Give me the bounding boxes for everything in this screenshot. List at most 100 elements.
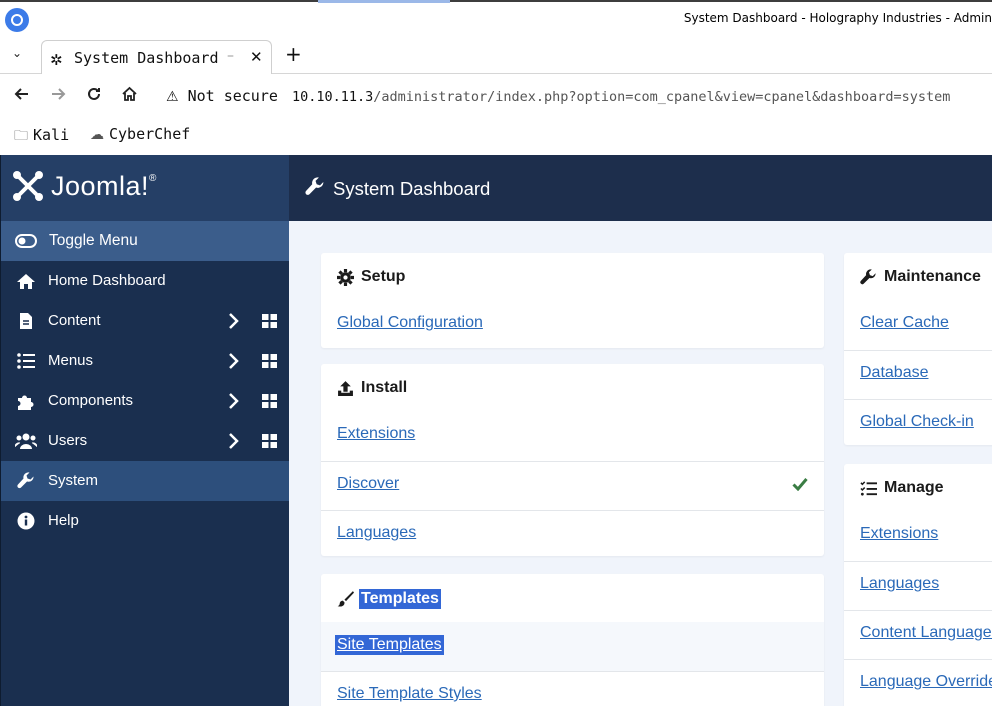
joomla-favicon-icon: ✲	[50, 51, 63, 69]
page-header: System Dashboard	[289, 155, 992, 221]
list-item: Extensions	[321, 412, 824, 461]
sidebar-item-label: System	[48, 472, 99, 489]
dashboard-grid-icon[interactable]	[262, 394, 277, 408]
window-title: System Dashboard - Holography Industries…	[683, 11, 992, 25]
browser-logo-icon	[5, 8, 29, 32]
chef-hat-icon: ☁	[90, 127, 104, 143]
sidebar-item-help[interactable]: Help	[1, 501, 290, 541]
content-languages-link[interactable]: Content Languages	[860, 624, 992, 642]
security-label: Not secure	[187, 87, 278, 105]
list-item: Site Template Styles	[321, 671, 824, 706]
sidebar-item-label: Components	[48, 392, 134, 409]
wrench-icon	[860, 269, 876, 285]
security-indicator[interactable]: ⚠ Not secure	[166, 87, 278, 105]
forward-icon[interactable]	[50, 86, 66, 107]
info-icon	[15, 511, 37, 531]
sidebar: Joomla!® Toggle Menu Home Dashboard Cont…	[0, 155, 290, 706]
dashboard-grid-icon[interactable]	[262, 434, 277, 448]
list-item: Database	[844, 350, 992, 399]
site-templates-link[interactable]: Site Templates	[335, 635, 444, 655]
manage-languages-link[interactable]: Languages	[860, 575, 939, 593]
card-header: Setup	[321, 253, 824, 301]
navigation-bar: ⚠ Not secure 10.10.11.3/administrator/in…	[0, 74, 992, 120]
chevron-right-icon[interactable]	[227, 352, 239, 370]
card-title: Manage	[884, 479, 944, 496]
list-item: Languages	[844, 561, 992, 610]
list-item: Discover	[321, 461, 824, 510]
card-title: Maintenance	[884, 268, 981, 285]
wrench-icon	[15, 471, 37, 491]
bookmark-cyberchef[interactable]: ☁ CyberChef	[90, 125, 190, 143]
home-icon	[15, 271, 37, 291]
install-card: Install Extensions Discover Languages	[321, 364, 824, 556]
card-header: Templates	[321, 574, 824, 622]
tab-separator: –	[227, 48, 234, 64]
puzzle-icon	[15, 391, 37, 411]
tab-title: System Dashboard	[74, 49, 219, 67]
upload-icon	[338, 381, 353, 396]
warning-icon: ⚠	[166, 89, 179, 105]
address-bar[interactable]: 10.10.11.3/administrator/index.php?optio…	[292, 89, 950, 105]
setup-card: Setup Global Configuration	[321, 253, 824, 348]
chevron-right-icon[interactable]	[227, 312, 239, 330]
back-icon[interactable]	[14, 86, 30, 107]
global-check-in-link[interactable]: Global Check-in	[860, 413, 974, 431]
gear-icon	[337, 269, 354, 286]
tab-list-icon[interactable]: ⌄	[12, 46, 22, 60]
dashboard-grid-icon[interactable]	[262, 314, 277, 328]
sidebar-item-label: Users	[48, 432, 88, 449]
file-icon	[15, 311, 37, 331]
brand-name: Joomla!®	[51, 171, 157, 201]
list-item: Site Templates	[321, 622, 824, 671]
card-title: Templates	[359, 589, 441, 609]
global-configuration-link[interactable]: Global Configuration	[337, 314, 483, 332]
site-template-styles-link[interactable]: Site Template Styles	[337, 685, 482, 703]
list-item: Extensions	[844, 512, 992, 561]
loading-indicator	[318, 0, 450, 3]
new-tab-button[interactable]: +	[285, 42, 302, 66]
users-icon	[15, 431, 37, 451]
reload-icon[interactable]	[86, 86, 102, 107]
chevron-right-icon[interactable]	[227, 392, 239, 410]
clear-cache-link[interactable]: Clear Cache	[860, 314, 949, 332]
browser-title-bar: System Dashboard - Holography Industries…	[0, 0, 992, 36]
card-header: Maintenance	[844, 253, 992, 301]
url-host: 10.10.11.3	[292, 89, 374, 105]
wrench-icon	[305, 177, 324, 195]
bookmark-kali[interactable]: 🗀 Kali	[14, 125, 69, 149]
sidebar-item-label: Help	[48, 512, 79, 529]
list-item: Global Configuration	[321, 301, 824, 348]
sidebar-item-system[interactable]: System	[1, 461, 290, 501]
maintenance-card: Maintenance Clear Cache Database Global …	[844, 253, 992, 445]
card-header: Manage	[844, 464, 992, 512]
brand-header[interactable]: Joomla!®	[1, 155, 290, 221]
toggle-icon	[15, 231, 37, 251]
sidebar-item-content[interactable]: Content	[1, 301, 290, 341]
manage-extensions-link[interactable]: Extensions	[860, 525, 938, 543]
check-icon	[792, 478, 808, 491]
card-title: Install	[361, 379, 408, 396]
brush-icon	[337, 591, 354, 607]
discover-link[interactable]: Discover	[337, 475, 399, 493]
chevron-right-icon[interactable]	[227, 432, 239, 450]
templates-card: Templates Site Templates Site Template S…	[321, 574, 824, 706]
toggle-menu-label: Toggle Menu	[49, 232, 138, 249]
card-header: Install	[321, 364, 824, 412]
install-languages-link[interactable]: Languages	[337, 524, 416, 542]
sidebar-item-home-dashboard[interactable]: Home Dashboard	[1, 261, 290, 301]
bookmark-label: Kali	[33, 126, 70, 144]
toggle-menu-button[interactable]: Toggle Menu	[1, 221, 290, 261]
manage-card: Manage Extensions Languages Content Lang…	[844, 464, 992, 706]
sidebar-item-components[interactable]: Components	[1, 381, 290, 421]
language-overrides-link[interactable]: Language Overrides	[860, 673, 992, 691]
dashboard-content: Setup Global Configuration Install Exten…	[289, 221, 992, 706]
sidebar-item-menus[interactable]: Menus	[1, 341, 290, 381]
database-link[interactable]: Database	[860, 364, 929, 382]
dashboard-grid-icon[interactable]	[262, 354, 277, 368]
tab-system-dashboard[interactable]: ✲ System Dashboard – ✕	[41, 40, 272, 75]
home-page-icon[interactable]	[121, 86, 138, 107]
sidebar-item-users[interactable]: Users	[1, 421, 290, 461]
tab-close-icon[interactable]: ✕	[250, 48, 263, 66]
install-extensions-link[interactable]: Extensions	[337, 425, 415, 443]
list-item: Languages	[321, 510, 824, 556]
